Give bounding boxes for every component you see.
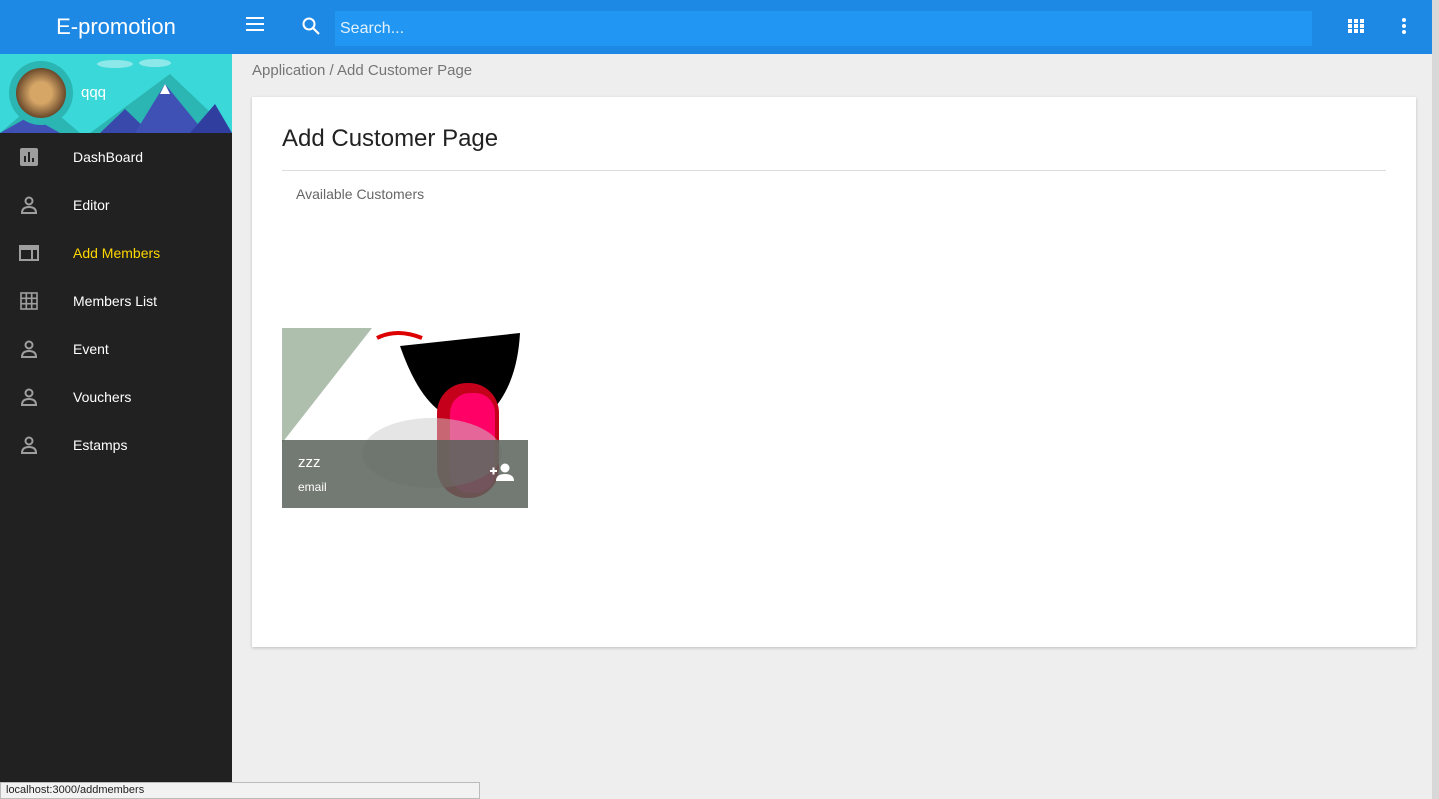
user-name: qqq: [81, 84, 107, 101]
section-subtitle: Available Customers: [296, 186, 425, 202]
sidebar-item-label: Vouchers: [73, 389, 132, 405]
sidebar-item-vouchers[interactable]: Vouchers: [0, 373, 232, 421]
avatar[interactable]: [9, 61, 73, 125]
more-vert-icon[interactable]: [1402, 18, 1406, 34]
sidebar-item-event[interactable]: Event: [0, 325, 232, 373]
tile-caption: zzz email: [282, 440, 528, 508]
content-card: Add Customer Page Available Customers zz…: [252, 97, 1416, 647]
person-icon: [0, 196, 73, 214]
person-icon: [0, 436, 73, 454]
breadcrumb: Application / Add Customer Page: [252, 62, 473, 79]
status-bar-url: localhost:3000/addmembers: [0, 782, 480, 799]
search-input[interactable]: [335, 11, 1312, 46]
sidebar-item-add-members[interactable]: Add Members: [0, 229, 232, 277]
sidebar-item-label: Add Members: [73, 245, 161, 261]
divider: [282, 170, 1386, 171]
sidebar-item-label: Estamps: [73, 437, 128, 453]
sidebar: E-promotion qqq DashBoard Editor Add Membe…: [0, 0, 232, 799]
menu-icon[interactable]: [246, 17, 264, 31]
customer-email: email: [298, 480, 327, 494]
sidebar-item-members-list[interactable]: Members List: [0, 277, 232, 325]
app-title: E-promotion: [0, 0, 232, 54]
profile-header: qqq: [0, 54, 232, 133]
sidebar-item-dashboard[interactable]: DashBoard: [0, 133, 232, 181]
web-icon: [0, 245, 73, 261]
sidebar-item-estamps[interactable]: Estamps: [0, 421, 232, 469]
person-add-icon[interactable]: [490, 462, 514, 482]
window-edge: [1432, 0, 1439, 799]
search-icon[interactable]: [302, 17, 320, 35]
customer-name: zzz: [298, 454, 321, 471]
sidebar-item-label: Editor: [73, 197, 110, 213]
person-icon: [0, 388, 73, 406]
person-icon: [0, 340, 73, 358]
sidebar-item-label: DashBoard: [73, 149, 144, 165]
apps-grid-icon[interactable]: [1348, 19, 1364, 33]
customer-tile[interactable]: zzz email: [282, 328, 528, 508]
chart-icon: [0, 148, 73, 166]
page-title: Add Customer Page: [282, 125, 499, 152]
sidebar-item-label: Members List: [73, 293, 158, 309]
sidebar-item-editor[interactable]: Editor: [0, 181, 232, 229]
sidebar-item-label: Event: [73, 341, 109, 357]
grid-icon: [0, 292, 73, 310]
top-bar: [232, 0, 1432, 54]
